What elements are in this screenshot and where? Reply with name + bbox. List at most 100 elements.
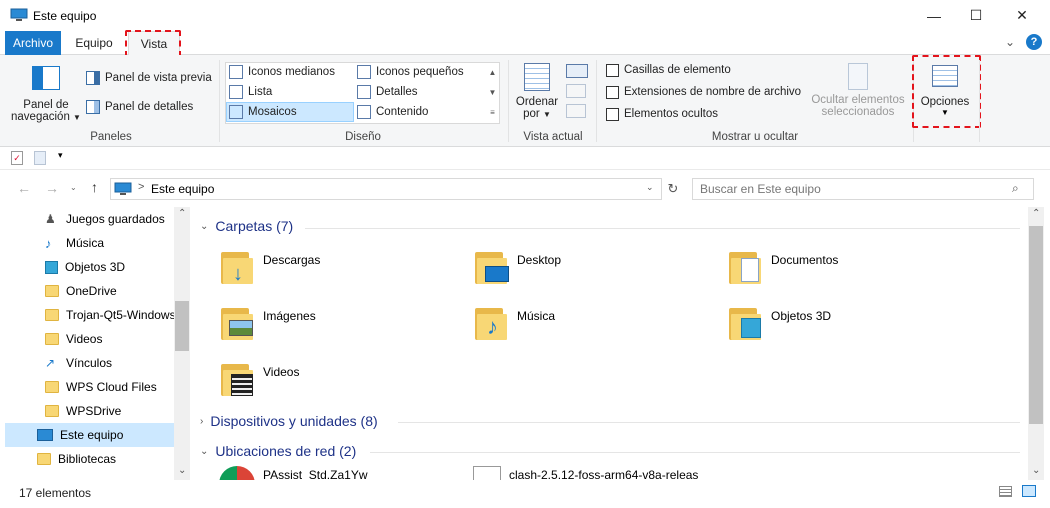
- folder-icon: [45, 381, 59, 393]
- sidebar-item-wps-cloud[interactable]: WPS Cloud Files: [5, 375, 177, 399]
- folder-tile-desktop[interactable]: Desktop: [473, 248, 561, 284]
- scroll-down-icon[interactable]: ⌄: [178, 465, 186, 476]
- navigation-pane-label: Panel de: [23, 99, 69, 111]
- sidebar-item-videos[interactable]: Videos: [5, 327, 177, 351]
- layout-option[interactable]: Detalles: [357, 82, 482, 102]
- content-scroll-thumb[interactable]: [1029, 226, 1043, 424]
- up-icon[interactable]: ↑: [91, 179, 98, 195]
- checkbox[interactable]: [606, 85, 619, 99]
- checkbox[interactable]: [606, 63, 619, 77]
- sidebar-item-label: Juegos guardados: [66, 212, 165, 226]
- sidebar-item-trojan[interactable]: Trojan-Qt5-Windows: [5, 303, 177, 327]
- group-label-diseno: Diseño: [345, 131, 381, 143]
- sidebar-item-musica[interactable]: ♪ Música: [5, 231, 177, 255]
- tab-archivo[interactable]: Archivo: [5, 31, 61, 55]
- layout-option[interactable]: Iconos medianos: [229, 62, 354, 82]
- details-pane-label: Panel de detalles: [105, 101, 194, 113]
- breadcrumb-current[interactable]: Este equipo: [151, 182, 214, 196]
- chevron-down-icon: ▼: [73, 113, 81, 122]
- sort-by-button[interactable]: Ordenar por ▼: [514, 62, 560, 126]
- folder-tile-musica[interactable]: ♪ Música: [473, 304, 555, 340]
- add-columns-icon: [566, 84, 586, 98]
- sidebar-item-label: Música: [66, 236, 105, 250]
- layout-option[interactable]: Lista: [229, 82, 354, 102]
- details-view-icon[interactable]: [999, 486, 1012, 497]
- refresh-icon[interactable]: ↻: [665, 178, 681, 200]
- quick-access-toolbar: [0, 147, 1050, 170]
- highlight-vista-tab: [125, 30, 181, 57]
- new-folder-icon[interactable]: [34, 151, 46, 165]
- group-by-icon[interactable]: [566, 64, 588, 78]
- tab-equipo[interactable]: Equipo: [66, 31, 122, 55]
- folder-tile-documentos[interactable]: Documentos: [727, 248, 838, 284]
- library-icon: [37, 453, 51, 465]
- help-icon[interactable]: ?: [1026, 34, 1042, 50]
- tile-label: Música: [517, 309, 556, 323]
- forward-icon[interactable]: →: [45, 180, 59, 196]
- saved-games-icon: ♟: [45, 212, 56, 226]
- minimize-button[interactable]: —: [911, 0, 957, 31]
- scroll-up-icon[interactable]: ⌃: [178, 208, 186, 219]
- title-bar: [0, 0, 1050, 31]
- back-icon[interactable]: ←: [17, 180, 31, 196]
- scroll-down-icon[interactable]: ⌄: [1032, 465, 1040, 476]
- navigation-pane-button[interactable]: Panel de navegación ▼: [10, 62, 82, 126]
- hide-selected-button[interactable]: Ocultar elementos seleccionados: [806, 62, 910, 118]
- sidebar-item-label: Trojan-Qt5-Windows: [66, 308, 176, 322]
- layout-option[interactable]: Iconos pequeños: [357, 62, 482, 82]
- section-header-red[interactable]: ⌄ Ubicaciones de red (2): [200, 443, 356, 459]
- group-separator: [979, 60, 980, 142]
- extensions-label: Extensiones de nombre de archivo: [624, 86, 802, 98]
- section-header-carpetas[interactable]: ⌄ Carpetas (7): [200, 218, 293, 234]
- address-dropdown-icon[interactable]: ⌄: [646, 182, 654, 193]
- sidebar-item-label: OneDrive: [66, 284, 117, 298]
- details-pane-button[interactable]: Panel de detalles: [86, 97, 193, 117]
- sidebar-item-juegos[interactable]: ♟ Juegos guardados: [5, 207, 177, 231]
- tiles-icon: [229, 105, 243, 119]
- customize-qat-icon[interactable]: ▾: [58, 150, 63, 161]
- sidebar-scroll-thumb[interactable]: [175, 301, 189, 351]
- folder-tile-imagenes[interactable]: Imágenes: [219, 304, 316, 340]
- checkbox[interactable]: [606, 107, 619, 121]
- sidebar-item-label: Videos: [66, 332, 103, 346]
- size-columns-icon: [566, 104, 586, 118]
- folder-tile-videos[interactable]: Videos: [219, 360, 299, 396]
- layout-option[interactable]: Contenido: [357, 102, 482, 122]
- item-count: 17 elementos: [19, 486, 92, 500]
- layout-option-label: Iconos pequeños: [376, 66, 464, 78]
- content-icon: [357, 105, 371, 119]
- folder-icon: [45, 309, 59, 321]
- sidebar-item-wpsdrive[interactable]: WPSDrive: [5, 399, 177, 423]
- preview-pane-button[interactable]: Panel de vista previa: [86, 68, 212, 88]
- layout-scroll[interactable]: ▲ ▼ ≡: [486, 63, 499, 123]
- item-checkboxes-toggle[interactable]: Casillas de elemento: [606, 60, 731, 80]
- desktop-folder-icon: [473, 248, 509, 284]
- extensions-toggle[interactable]: Extensiones de nombre de archivo: [606, 82, 801, 102]
- sidebar-item-objetos[interactable]: Objetos 3D: [5, 255, 177, 279]
- sidebar-item-bibliotecas[interactable]: Bibliotecas: [5, 447, 177, 471]
- layout-option-label: Iconos medianos: [248, 66, 335, 78]
- close-button[interactable]: ✕: [999, 0, 1045, 31]
- properties-icon[interactable]: ✓: [11, 151, 23, 165]
- tile-label: Descargas: [263, 253, 321, 267]
- layout-option[interactable]: Mosaicos: [229, 102, 354, 122]
- search-input[interactable]: Buscar en Este equipo: [700, 182, 821, 196]
- tile-label: Desktop: [517, 253, 562, 267]
- folder-tile-descargas[interactable]: ↓ Descargas: [219, 248, 320, 284]
- search-icon[interactable]: ⌕: [1012, 181, 1019, 196]
- sidebar-item-onedrive[interactable]: OneDrive: [5, 279, 177, 303]
- maximize-button[interactable]: ☐: [953, 0, 999, 31]
- layout-option-label: Lista: [248, 86, 273, 98]
- sidebar-item-vinculos[interactable]: ↗ Vínculos: [5, 351, 177, 375]
- recent-locations-icon[interactable]: ⌄: [70, 183, 77, 192]
- large-icons-view-icon[interactable]: [1022, 485, 1036, 497]
- section-header-dispositivos[interactable]: › Dispositivos y unidades (8): [200, 413, 378, 429]
- sidebar-item-este-equipo[interactable]: Este equipo: [5, 423, 177, 447]
- scroll-up-icon[interactable]: ⌃: [1032, 208, 1040, 219]
- expand-ribbon-icon[interactable]: ⌄: [1005, 35, 1015, 49]
- preview-pane-label: Panel de vista previa: [105, 72, 212, 84]
- folder-tile-objetos[interactable]: Objetos 3D: [727, 304, 831, 340]
- hidden-items-toggle[interactable]: Elementos ocultos: [606, 104, 718, 124]
- computer-icon: [37, 429, 53, 441]
- group-separator: [508, 60, 509, 142]
